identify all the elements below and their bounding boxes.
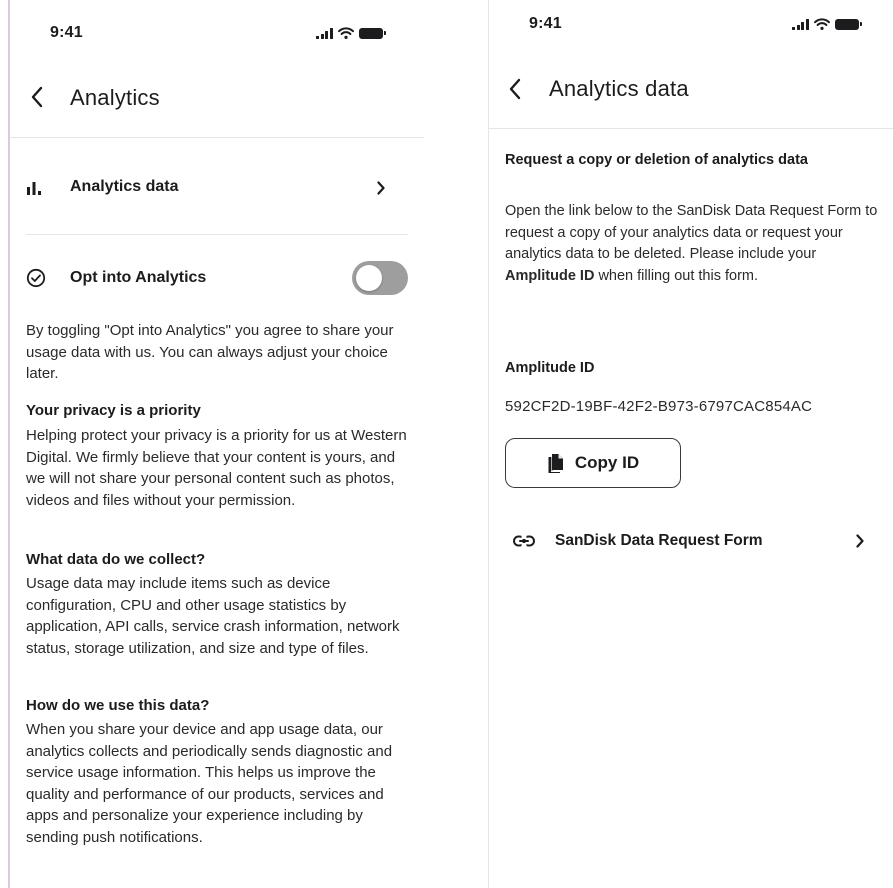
row-divider bbox=[26, 234, 408, 235]
status-icons bbox=[316, 27, 386, 39]
request-section-title: Request a copy or deletion of analytics … bbox=[505, 152, 808, 168]
toggle-knob bbox=[356, 265, 382, 291]
copy-id-label: Copy ID bbox=[574, 453, 640, 472]
request-description: Open the link below to the SanDisk Data … bbox=[505, 201, 889, 287]
section-body-use: When you share your device and app usage… bbox=[26, 721, 393, 846]
amplitude-id-value: 592CF2D-19BF-42F2-B973-6797CAC854AC bbox=[505, 398, 813, 415]
page-title: Analytics bbox=[70, 85, 160, 110]
battery-icon bbox=[834, 18, 862, 30]
signal-icon bbox=[316, 27, 333, 39]
check-circle-icon bbox=[26, 268, 46, 288]
section-heading-collect: What data do we collect? bbox=[26, 551, 206, 568]
chevron-right-icon bbox=[856, 534, 864, 548]
chevron-left-icon bbox=[509, 78, 521, 100]
section-body-collect: Usage data may include items such as dev… bbox=[26, 575, 400, 657]
data-request-form-link[interactable]: SanDisk Data Request Form bbox=[513, 527, 873, 555]
section-body-privacy: Helping protect your privacy is a priori… bbox=[26, 427, 407, 509]
bar-chart-icon bbox=[27, 182, 41, 195]
analytics-data-label: Analytics data bbox=[70, 178, 179, 195]
analytics-data-row[interactable]: Analytics data bbox=[26, 172, 406, 202]
status-time: 9:41 bbox=[529, 15, 562, 32]
section-heading-use: How do we use this data? bbox=[26, 697, 210, 714]
chevron-right-icon bbox=[377, 181, 385, 195]
opt-in-toggle[interactable] bbox=[352, 261, 408, 295]
signal-icon bbox=[792, 18, 809, 30]
analytics-screen: 9:41 Analytics Analytics data Opt into A… bbox=[8, 0, 424, 888]
description-amplitude-bold: Amplitude ID bbox=[505, 267, 595, 284]
description-text: Open the link below to the SanDisk Data … bbox=[505, 203, 878, 262]
status-icons bbox=[792, 18, 862, 30]
header-divider bbox=[10, 137, 424, 138]
status-time: 9:41 bbox=[50, 24, 83, 41]
description-text-end: when filling out this form. bbox=[594, 267, 759, 284]
data-request-form-label: SanDisk Data Request Form bbox=[555, 532, 763, 549]
wifi-icon bbox=[813, 18, 830, 30]
header-divider bbox=[489, 128, 893, 129]
section-heading-privacy: Your privacy is a priority bbox=[26, 402, 201, 419]
link-icon bbox=[513, 535, 535, 547]
chevron-left-icon bbox=[31, 86, 43, 108]
intro-text: By toggling "Opt into Analytics" you agr… bbox=[26, 322, 394, 382]
copy-id-button[interactable]: Copy ID bbox=[505, 438, 681, 488]
battery-icon bbox=[358, 27, 386, 39]
page-title: Analytics data bbox=[549, 76, 689, 101]
analytics-data-screen: 9:41 Analytics data Request a copy or de… bbox=[488, 0, 893, 888]
opt-in-row: Opt into Analytics bbox=[26, 263, 306, 293]
back-button[interactable] bbox=[508, 77, 522, 105]
back-button[interactable] bbox=[30, 85, 44, 113]
wifi-icon bbox=[337, 27, 354, 39]
opt-in-label: Opt into Analytics bbox=[70, 269, 207, 286]
copy-icon bbox=[548, 454, 563, 473]
amplitude-id-label: Amplitude ID bbox=[505, 360, 595, 376]
